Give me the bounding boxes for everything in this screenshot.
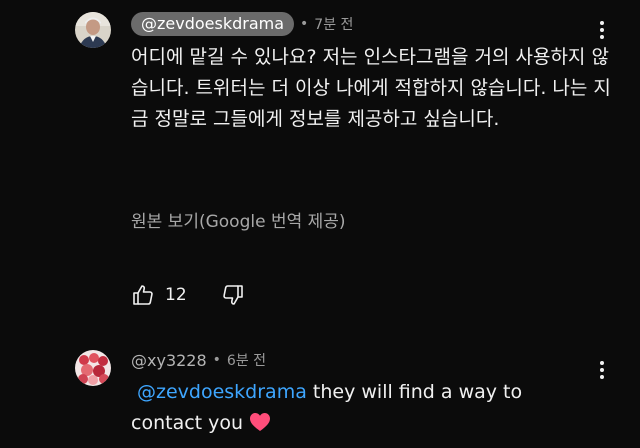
comment-actions: 12 [131,283,245,307]
channel-handle-badge[interactable]: @zevdoeskdrama [131,12,295,36]
avatar[interactable] [75,12,111,48]
timestamp: 7분 전 [314,17,354,33]
more-vert-icon[interactable] [592,18,612,42]
like-count: 12 [165,285,187,305]
thumb-up-icon[interactable] [131,283,155,307]
comment-text: @zevdoeskdrama they will find a way to c… [131,377,551,442]
comment-item: @xy3228 • 6분 전 @zevdoeskdrama they will … [0,340,640,448]
see-original-link[interactable]: 원본 보기(Google 번역 제공) [131,207,346,232]
timestamp: 6분 전 [226,353,267,369]
comment-item: @zevdoeskdrama • 7분 전 어디에 맡길 수 있나요? 저는 인… [0,0,640,330]
thumb-down-icon[interactable] [221,283,245,307]
more-vert-icon[interactable] [592,358,612,382]
comment-text: 어디에 맡길 수 있나요? 저는 인스타그램을 거의 사용하지 않습니다. 트위… [131,46,611,130]
comment-header: @xy3228 • 6분 전 [131,350,266,370]
channel-handle[interactable]: @xy3228 [131,351,207,370]
separator: • [300,16,309,32]
mention-link[interactable]: @zevdoeskdrama [137,381,307,403]
comment-header: @zevdoeskdrama • 7분 전 [131,12,353,36]
heart-icon [249,411,271,442]
separator: • [212,352,221,368]
avatar[interactable] [75,350,111,386]
